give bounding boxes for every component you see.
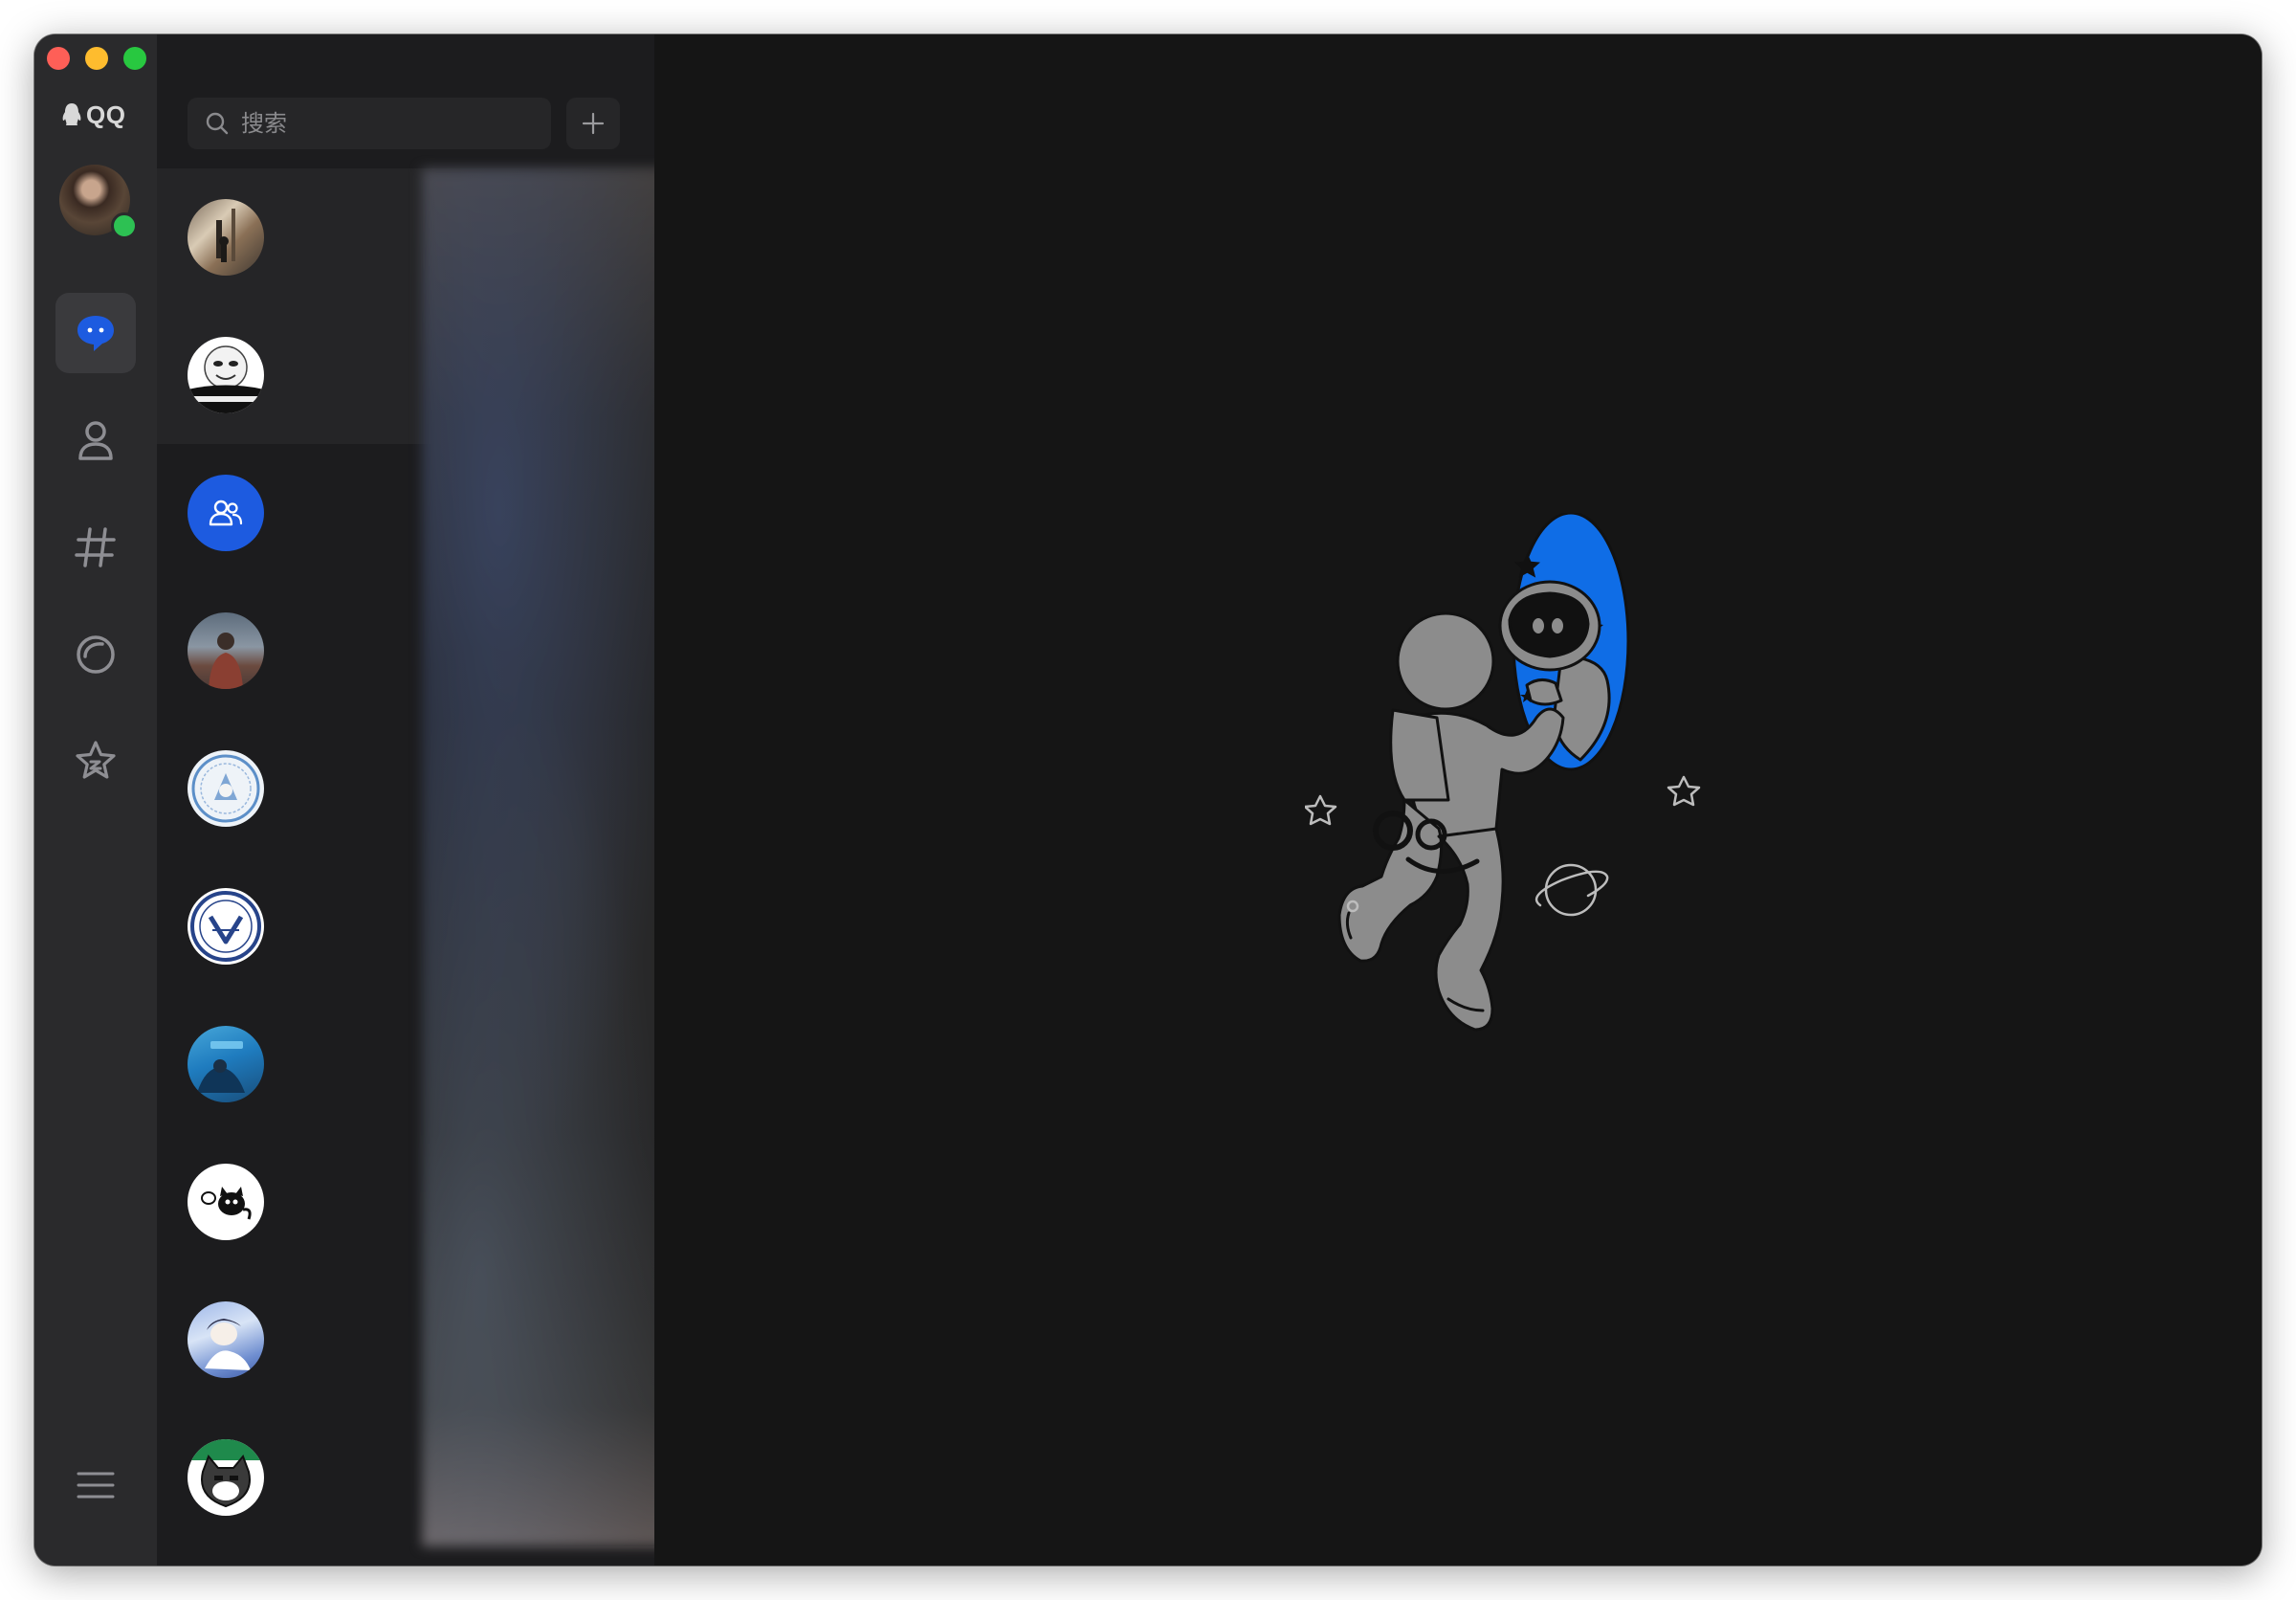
close-window-button[interactable] (47, 47, 70, 70)
add-button[interactable] (566, 98, 620, 149)
search-box[interactable] (188, 98, 551, 149)
nav-channels[interactable] (55, 507, 136, 588)
conversation-avatar (188, 1439, 264, 1516)
ring-icon (77, 635, 115, 674)
nav-messages[interactable] (55, 293, 136, 373)
conversation-avatar (188, 1164, 264, 1240)
nav-favorites[interactable] (55, 722, 136, 802)
conversation-avatar (188, 1026, 264, 1102)
qq-window: QQ (34, 34, 2262, 1566)
star-icon (76, 741, 116, 779)
nav-moments[interactable] (55, 614, 136, 695)
conversation-avatar (188, 199, 264, 276)
group-icon (209, 500, 243, 526)
nav-rail: QQ (34, 34, 157, 1566)
search-icon (206, 112, 229, 135)
person-icon (78, 421, 113, 460)
conversation-avatar (188, 612, 264, 689)
plus-icon (582, 112, 605, 135)
hashtag-icon (75, 527, 116, 567)
conversation-avatar (188, 337, 264, 413)
conversation-avatar (188, 475, 264, 551)
conversation-avatar (188, 750, 264, 827)
conversation-list-pane (157, 34, 805, 1566)
conversation-avatar (188, 1301, 264, 1378)
search-input[interactable] (239, 109, 530, 138)
main-menu-button[interactable] (73, 1462, 119, 1508)
chat-main-area (654, 34, 2262, 1566)
chat-bubble-icon (77, 316, 114, 351)
penguin-icon (62, 103, 81, 125)
minimize-window-button[interactable] (85, 47, 108, 70)
nav-contacts[interactable] (55, 400, 136, 480)
conversation-avatar (188, 888, 264, 965)
brand-label: QQ (86, 100, 126, 129)
online-status-dot (111, 212, 138, 239)
qq-logo: QQ (61, 96, 125, 134)
astronaut-portal-illustration (1305, 513, 1701, 1032)
hamburger-menu-icon (77, 1472, 115, 1499)
zoom-window-button[interactable] (123, 47, 146, 70)
